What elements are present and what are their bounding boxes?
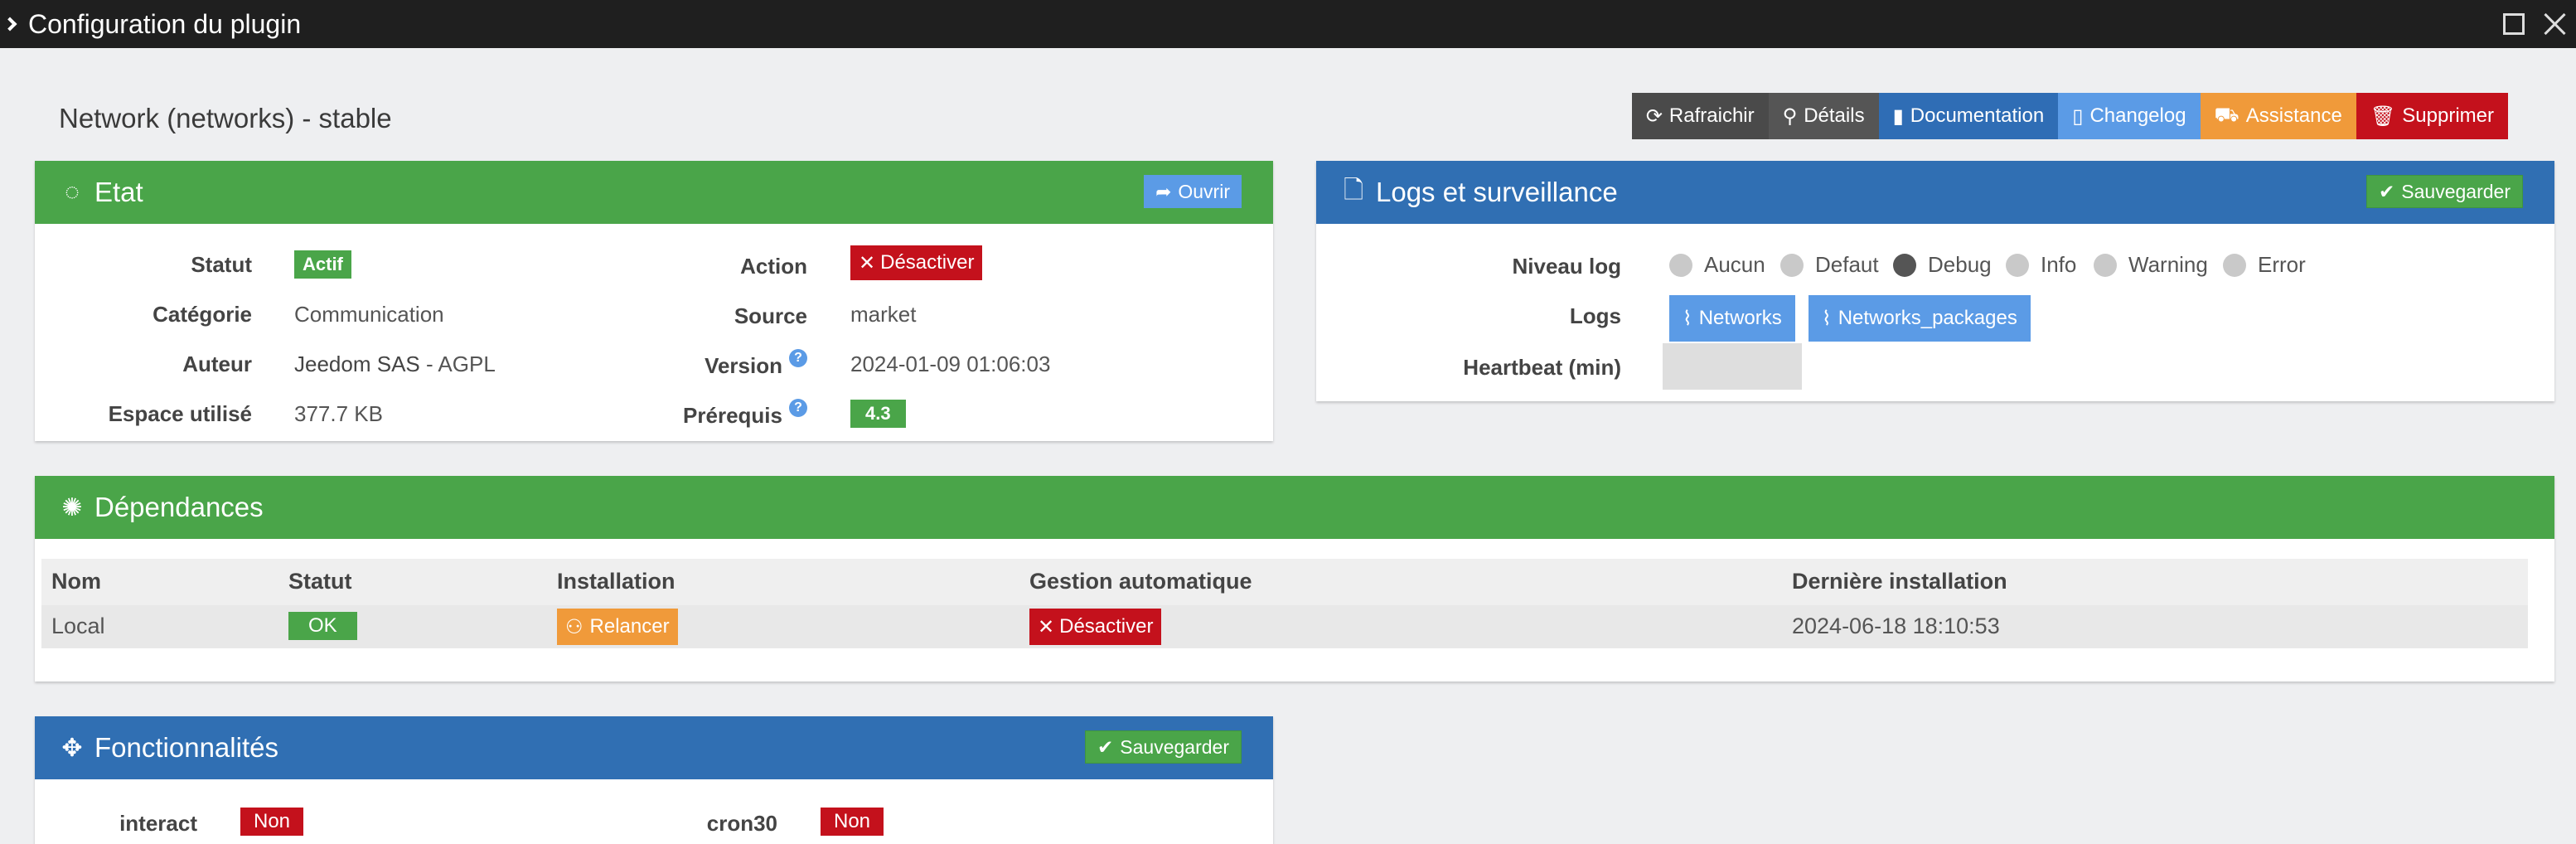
plugin-toolbar: ⟳ Rafraichir ⚲ Détails ▮ Documentation ▯ Cha… <box>1631 93 2508 139</box>
dep-nom: Local <box>51 614 105 638</box>
relancer-button[interactable]: ⚇ Relancer <box>557 609 678 645</box>
col-installation: Installation <box>557 569 675 594</box>
circle-notch-icon: ◌ <box>65 178 80 206</box>
delete-button[interactable]: 🗑 Supprimer <box>2356 93 2508 139</box>
version-label: Version? <box>630 349 807 379</box>
check-circle-icon: ✔ <box>1097 735 1114 758</box>
dependances-title: Dépendances <box>94 492 264 522</box>
fonctionnalites-title: Fonctionnalités <box>94 732 278 763</box>
action-label: Action <box>740 254 807 279</box>
certificate-icon: ✺ <box>61 493 83 521</box>
fonctionnalites-header: ✥ Fonctionnalités ✔ Sauvegarder <box>35 716 1273 779</box>
radio-icon <box>1780 253 1804 277</box>
desactiver-button[interactable]: ✕ Désactiver <box>850 245 983 280</box>
logs-save-button[interactable]: ✔ Sauvegarder <box>2366 175 2523 208</box>
assistance-button[interactable]: ⛟ Assistance <box>2200 93 2356 139</box>
share-icon: ➦ <box>1155 180 1172 202</box>
espace-value: 377.7 KB <box>294 401 383 426</box>
times-icon: ✕ <box>859 251 876 274</box>
refresh-icon: ⟳ <box>1645 104 1663 128</box>
window-title: Configuration du plugin <box>28 8 302 39</box>
log-networks-button[interactable]: ⌇ Networks <box>1669 295 1795 342</box>
satellite-icon: ✥ <box>61 734 83 762</box>
source-label: Source <box>734 303 807 328</box>
open-button[interactable]: ➦ Ouvrir <box>1144 175 1242 208</box>
chevron-right-icon[interactable] <box>2 17 17 32</box>
search-icon: ⚲ <box>1782 104 1798 128</box>
fonctionnalites-save-button[interactable]: ✔ Sauvegarder <box>1085 730 1242 764</box>
plugin-title: Network (networks) - stable <box>59 103 392 133</box>
dep-statut-badge: OK <box>288 612 357 640</box>
fonctionnalites-panel: ✥ Fonctionnalités ✔ Sauvegarder <box>35 716 1273 844</box>
paperclip-icon: ⌇ <box>1822 307 1832 330</box>
help-icon[interactable]: ? <box>789 349 807 367</box>
etat-title: Etat <box>94 177 143 207</box>
categorie-label: Catégorie <box>153 302 252 327</box>
statut-badge: Actif <box>294 250 351 279</box>
niveau-log-label: Niveau log <box>1512 254 1621 279</box>
window-titlebar: Configuration du plugin <box>0 0 2576 48</box>
etat-panel: ◌ Etat ➦ Ouvrir <box>35 161 1273 441</box>
interact-badge[interactable]: Non <box>240 808 304 836</box>
radio-icon <box>2006 253 2029 277</box>
log-level-info[interactable]: Info <box>2006 252 2076 278</box>
dependances-table-header <box>41 559 2528 605</box>
col-derniere: Dernière installation <box>1792 569 2007 594</box>
close-icon[interactable] <box>2543 12 2568 36</box>
col-gestion: Gestion automatique <box>1029 569 1252 594</box>
refresh-button[interactable]: ⟳ Rafraichir <box>1631 93 1769 139</box>
help-icon[interactable]: ? <box>789 399 807 417</box>
logs-title: Logs et surveillance <box>1376 177 1618 207</box>
auteur-name: Jeedom SAS <box>294 352 420 376</box>
logs-header: 🗋 Logs et surveillance ✔ Sauvegarder <box>1316 161 2554 224</box>
file-icon: 🗋 <box>1343 176 1364 204</box>
col-nom: Nom <box>51 569 101 594</box>
gestion-desactiver-button[interactable]: ✕ Désactiver <box>1029 609 1162 645</box>
cron30-label: cron30 <box>706 811 777 836</box>
prerequis-label: Prérequis? <box>630 399 807 429</box>
source-value: market <box>850 302 917 327</box>
interact-label: interact <box>119 811 197 836</box>
documentation-button[interactable]: ▮ Documentation <box>1878 93 2059 139</box>
radio-icon <box>2094 253 2117 277</box>
auteur-value: Jeedom SAS - AGPL <box>294 352 496 377</box>
log-level-aucun[interactable]: Aucun <box>1669 252 1765 278</box>
book-icon: ▮ <box>1892 104 1904 128</box>
check-circle-icon: ✔ <box>2379 180 2395 202</box>
file-icon: ▯ <box>2072 104 2084 128</box>
log-level-error[interactable]: Error <box>2223 252 2306 278</box>
logs-label: Logs <box>1569 303 1621 328</box>
log-level-debug[interactable]: Debug <box>1893 252 1992 278</box>
heartbeat-input[interactable] <box>1663 343 1802 390</box>
auteur-label: Auteur <box>182 352 252 376</box>
changelog-button[interactable]: ▯ Changelog <box>2058 93 2201 139</box>
dependances-header: ✺ Dépendances <box>35 476 2554 539</box>
version-value: 2024-01-09 01:06:03 <box>850 352 1051 376</box>
cron30-badge[interactable]: Non <box>821 808 884 836</box>
col-statut: Statut <box>288 569 352 594</box>
statut-label: Statut <box>191 252 252 277</box>
dep-derniere: 2024-06-18 18:10:53 <box>1792 614 2000 638</box>
radio-icon <box>1669 253 1692 277</box>
paperclip-icon: ⌇ <box>1683 307 1692 330</box>
times-icon: ✕ <box>1038 615 1055 638</box>
heartbeat-label: Heartbeat (min) <box>1463 355 1621 380</box>
log-level-warning[interactable]: Warning <box>2094 252 2208 278</box>
log-level-defaut[interactable]: Defaut <box>1780 252 1879 278</box>
espace-label: Espace utilisé <box>108 401 252 426</box>
log-networks-packages-button[interactable]: ⌇ Networks_packages <box>1809 295 2031 342</box>
radio-selected-icon <box>1893 253 1916 277</box>
table-row <box>41 605 2528 648</box>
auteur-license: - AGPL <box>419 352 496 376</box>
prerequis-badge: 4.3 <box>850 400 906 428</box>
ambulance-icon: ⛟ <box>2214 104 2239 126</box>
categorie-value: Communication <box>294 302 444 327</box>
radio-icon <box>2223 253 2246 277</box>
bicycle-icon: ⚇ <box>565 615 583 638</box>
maximize-icon[interactable] <box>2503 13 2525 35</box>
trash-icon: 🗑 <box>2370 104 2396 128</box>
details-button[interactable]: ⚲ Détails <box>1768 93 1879 139</box>
etat-header: ◌ Etat ➦ Ouvrir <box>35 161 1273 224</box>
